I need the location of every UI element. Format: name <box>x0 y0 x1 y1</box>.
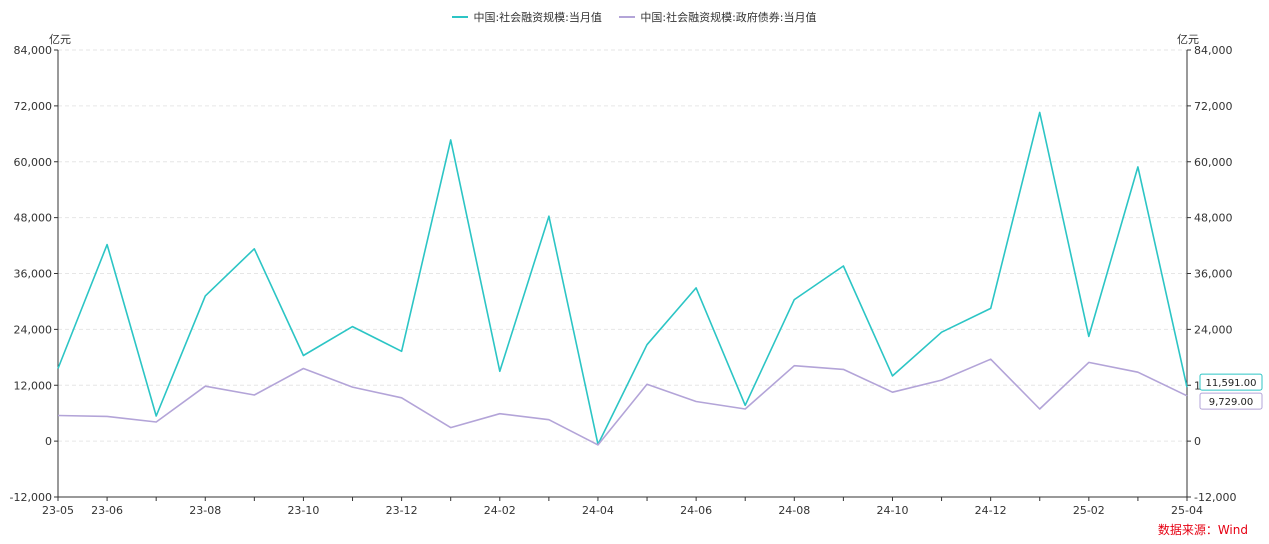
x-tick-label: 24-12 <box>975 504 1007 517</box>
x-tick-label: 23-08 <box>189 504 221 517</box>
x-tick-label: 23-10 <box>287 504 319 517</box>
y-tick-label-right: 60,000 <box>1194 156 1233 169</box>
end-label-text: 9,729.00 <box>1209 397 1254 408</box>
x-tick-label: 24-08 <box>778 504 810 517</box>
y-tick-label-right: 72,000 <box>1194 100 1233 113</box>
y-tick-label-right: 48,000 <box>1194 212 1233 225</box>
x-tick-label: 23-12 <box>386 504 418 517</box>
x-tick-label: 24-10 <box>876 504 908 517</box>
x-tick-label: 25-02 <box>1073 504 1105 517</box>
x-tick-label: 25-04 <box>1171 504 1203 517</box>
x-tick-label: 24-06 <box>680 504 712 517</box>
x-tick-label: 23-05 <box>42 504 74 517</box>
end-label-government-bonds: 9,729.00 <box>1199 392 1263 410</box>
y-tick-label-right: 84,000 <box>1194 44 1233 57</box>
series-line-government-bonds <box>57 358 1188 446</box>
y-tick-label-left: 36,000 <box>14 268 53 281</box>
line-chart: 84,000 84,000 72,000 72,000 60,000 60,000 48,0… <box>10 44 1263 517</box>
y-tick-label-right: 0 <box>1194 435 1201 448</box>
y-tick-label-right: 24,000 <box>1194 323 1233 336</box>
y-tick-label-left: 84,000 <box>14 44 53 57</box>
y-tick-label-right: 36,000 <box>1194 268 1233 281</box>
y-tick-label-left: 72,000 <box>14 100 53 113</box>
x-tick-label: 23-06 <box>91 504 123 517</box>
y-tick-label-left: 12,000 <box>14 379 53 392</box>
x-tick-label: 24-04 <box>582 504 614 517</box>
y-tick-label-left: 24,000 <box>14 323 53 336</box>
end-label-text: 11,591.00 <box>1206 378 1257 389</box>
end-label-total: 11,591.00 <box>1199 373 1263 391</box>
data-source: 数据来源：Wind <box>1157 523 1248 537</box>
y-tick-label-right: -12,000 <box>1194 491 1236 504</box>
y-tick-label-left: 48,000 <box>14 212 53 225</box>
y-tick-label-left: -12,000 <box>10 491 52 504</box>
y-tick-label-left: 60,000 <box>14 156 53 169</box>
x-tick-label: 24-02 <box>484 504 516 517</box>
y-tick-label-left: 0 <box>45 435 52 448</box>
